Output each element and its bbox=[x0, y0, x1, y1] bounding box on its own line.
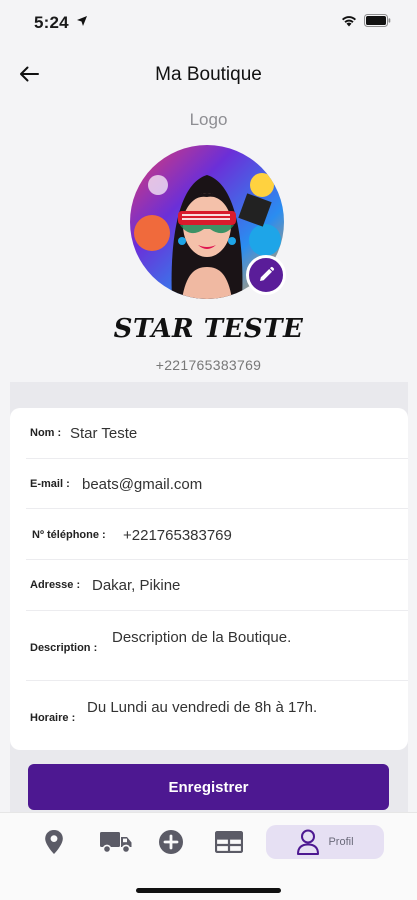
telephone-input[interactable]: +221765383769 bbox=[123, 527, 232, 544]
shop-info-card: Nom : Star Teste E-mail : beats@gmail.co… bbox=[10, 408, 408, 750]
status-icons bbox=[340, 14, 391, 27]
description-label: Description : bbox=[30, 642, 98, 654]
user-icon bbox=[297, 829, 320, 855]
save-button[interactable]: Enregistrer bbox=[28, 764, 389, 810]
status-time: 5:24 bbox=[34, 13, 69, 32]
tab-add[interactable] bbox=[156, 825, 186, 859]
horaire-input[interactable]: Du Lundi au vendredi de 8h à 17h. bbox=[87, 699, 317, 716]
email-input[interactable]: beats@gmail.com bbox=[82, 476, 202, 493]
tab-profil[interactable]: Profil bbox=[266, 825, 384, 859]
battery-icon bbox=[364, 14, 391, 27]
shop-logo[interactable] bbox=[130, 145, 286, 301]
tab-profil-label: Profil bbox=[328, 836, 354, 848]
home-indicator bbox=[136, 888, 281, 893]
location-arrow-icon bbox=[77, 16, 87, 26]
tab-bar: Profil bbox=[0, 812, 417, 900]
pencil-icon bbox=[260, 266, 275, 281]
field-row-description[interactable]: Description : Description de la Boutique… bbox=[26, 611, 408, 681]
logo-label: Logo bbox=[189, 110, 228, 129]
field-row-adresse[interactable]: Adresse : Dakar, Pikine bbox=[26, 560, 408, 611]
grid-icon bbox=[215, 831, 243, 853]
adresse-input[interactable]: Dakar, Pikine bbox=[92, 577, 180, 594]
horaire-label: Horaire : bbox=[30, 712, 76, 724]
tab-dashboard[interactable] bbox=[212, 825, 246, 859]
shop-name: STAR TESTE bbox=[113, 314, 304, 344]
tab-delivery[interactable] bbox=[96, 825, 136, 859]
adresse-label: Adresse : bbox=[30, 579, 81, 591]
truck-icon bbox=[100, 832, 132, 854]
field-row-horaire[interactable]: Horaire : Du Lundi au vendredi de 8h à 1… bbox=[26, 681, 408, 750]
page-title: Ma Boutique bbox=[155, 64, 262, 85]
map-pin-icon bbox=[45, 830, 63, 854]
nom-label: Nom : bbox=[30, 427, 62, 439]
email-label: E-mail : bbox=[30, 478, 70, 490]
edit-logo-button[interactable] bbox=[246, 255, 286, 295]
field-row-email[interactable]: E-mail : beats@gmail.com bbox=[26, 459, 408, 509]
nav-header: Ma Boutique bbox=[0, 56, 417, 92]
description-input[interactable]: Description de la Boutique. bbox=[112, 629, 291, 646]
field-row-nom[interactable]: Nom : Star Teste bbox=[26, 408, 408, 459]
wifi-icon bbox=[342, 16, 356, 27]
telephone-label: Nº téléphone : bbox=[32, 529, 106, 541]
shop-phone: +221765383769 bbox=[155, 357, 262, 373]
nom-input[interactable]: Star Teste bbox=[70, 425, 137, 442]
tab-location[interactable] bbox=[38, 825, 70, 859]
status-bar: 5:24 bbox=[0, 0, 417, 46]
field-row-telephone[interactable]: Nº téléphone : +221765383769 bbox=[26, 509, 408, 560]
plus-circle-icon bbox=[159, 830, 183, 854]
